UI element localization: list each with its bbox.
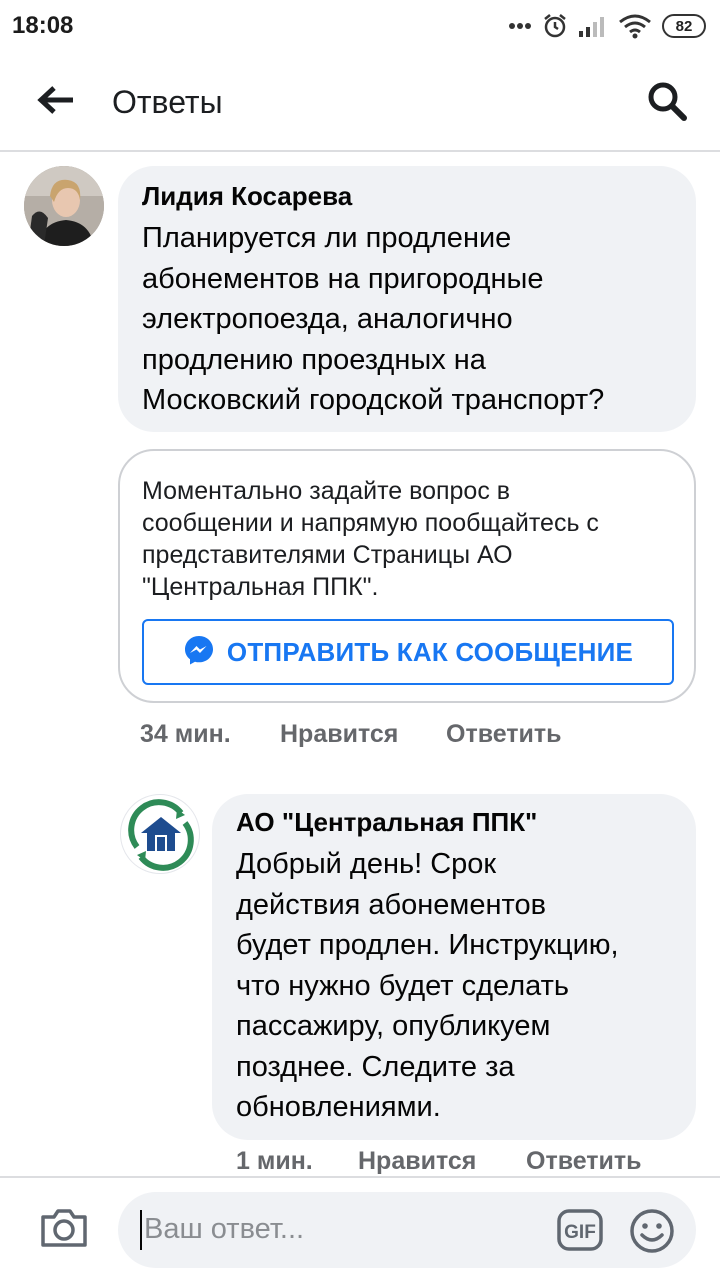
reply-line: будет продлен. Инструкцию, xyxy=(236,929,619,961)
description-line: Моментально задайте вопрос в xyxy=(142,477,511,505)
comment-line: Московский городской транспорт? xyxy=(142,384,605,416)
page-title: Ответы xyxy=(112,84,223,120)
send-message-description: Моментально задайте вопрос в сообщении и… xyxy=(142,475,672,603)
comment-line: абонементов на пригородные xyxy=(142,262,544,295)
signal-icon xyxy=(578,14,608,38)
more-dots-icon xyxy=(508,22,532,30)
emoji-button[interactable] xyxy=(628,1207,676,1255)
gif-label: GIF xyxy=(564,1222,596,1243)
avatar[interactable] xyxy=(24,166,104,246)
reply-line: Добрый день! Срок xyxy=(236,848,497,880)
reply-input[interactable]: Ваш ответ... GIF xyxy=(118,1192,696,1268)
emoji-icon xyxy=(628,1209,676,1259)
description-line: представителями Страницы АО xyxy=(142,541,513,569)
reply-text: Добрый день! Срок действия абонементов б… xyxy=(236,844,672,1128)
camera-icon xyxy=(39,1207,89,1254)
send-as-message-button[interactable]: ОТПРАВИТЬ КАК СООБЩЕНИЕ xyxy=(142,619,674,685)
wifi-icon xyxy=(618,13,652,39)
comment-time[interactable]: 34 мин. xyxy=(140,720,280,749)
reply-bubble[interactable]: АО "Центральная ППК" Добрый день! Срок д… xyxy=(212,794,696,1140)
status-time: 18:08 xyxy=(12,12,74,39)
reply-line: пассажиру, опубликуем xyxy=(236,1010,551,1042)
status-bar: 18:08 82 xyxy=(0,0,720,52)
app-bar: Ответы xyxy=(0,52,720,152)
back-button[interactable] xyxy=(30,80,82,124)
gif-button[interactable]: GIF xyxy=(556,1208,604,1252)
comment-actions: 34 мин. Нравится Ответить xyxy=(140,720,562,749)
search-button[interactable] xyxy=(642,78,692,128)
like-button[interactable]: Нравится xyxy=(280,720,446,749)
status-icons: 82 xyxy=(508,10,706,42)
battery-icon: 82 xyxy=(662,14,706,38)
comment-text: Планируется ли продление абонементов на … xyxy=(142,218,672,421)
reply-composer: Ваш ответ... GIF xyxy=(0,1176,720,1280)
send-as-message-label: ОТПРАВИТЬ КАК СООБЩЕНИЕ xyxy=(226,636,634,667)
description-line: сообщении и напрямую пообщайтесь с xyxy=(142,509,599,537)
text-cursor xyxy=(140,1210,142,1250)
comment-line: электропоезда, аналогично xyxy=(142,303,513,335)
battery-level: 82 xyxy=(675,17,693,35)
reply-button[interactable]: Ответить xyxy=(446,720,562,749)
search-icon xyxy=(646,80,688,127)
comment-line: Планируется ли продление xyxy=(142,222,512,254)
reply-line: позднее. Следите за xyxy=(236,1050,515,1083)
page-avatar[interactable] xyxy=(120,794,200,874)
send-message-card: Моментально задайте вопрос в сообщении и… xyxy=(118,449,696,703)
messenger-icon xyxy=(183,634,215,671)
reply-time[interactable]: 1 мин. xyxy=(236,1147,358,1176)
reply-line: обновлениями. xyxy=(236,1091,441,1123)
alarm-icon xyxy=(542,13,568,39)
comment-author[interactable]: Лидия Косарева xyxy=(142,180,672,212)
reply-actions: 1 мин. Нравится Ответить xyxy=(236,1147,642,1176)
description-line: "Центральная ППК". xyxy=(142,573,379,601)
reply-like-button[interactable]: Нравится xyxy=(358,1147,526,1176)
reply-line: что нужно будет сделать xyxy=(236,969,570,1002)
reply-line: действия абонементов xyxy=(236,888,546,921)
camera-button[interactable] xyxy=(38,1206,90,1254)
arrow-left-icon xyxy=(37,85,75,120)
reply-author[interactable]: АО "Центральная ППК" xyxy=(236,806,672,838)
reply-reply-button[interactable]: Ответить xyxy=(526,1147,642,1176)
reply-placeholder: Ваш ответ... xyxy=(144,1213,305,1245)
comment-bubble[interactable]: Лидия Косарева Планируется ли продление … xyxy=(118,166,696,432)
comment-line: продлению проездных на xyxy=(142,343,486,376)
